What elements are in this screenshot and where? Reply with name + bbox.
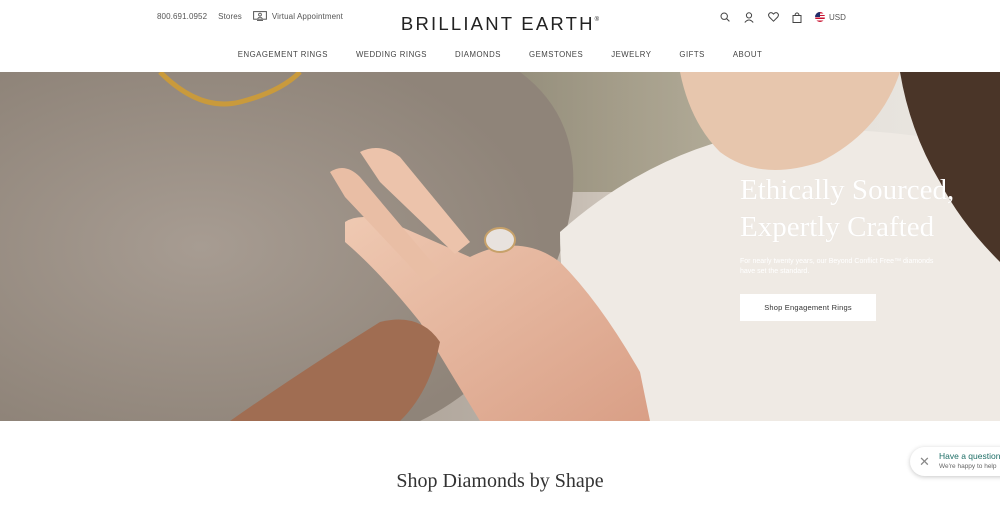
heart-icon[interactable] — [767, 10, 779, 24]
utility-bar-right: USD — [719, 10, 846, 24]
currency-label: USD — [829, 12, 846, 22]
hero-title-line-2: Expertly Crafted — [740, 211, 935, 243]
hero-subtitle: For nearly twenty years, our Beyond Conf… — [740, 258, 934, 275]
logo-text: BRILLIANT EARTH — [400, 13, 595, 34]
logo-trademark: ® — [594, 17, 600, 23]
nav-gifts[interactable]: GIFTS — [679, 50, 704, 59]
nav-wedding-rings[interactable]: WEDDING RINGS — [356, 50, 427, 59]
search-icon[interactable] — [719, 10, 731, 24]
nav-jewelry[interactable]: JEWELRY — [611, 50, 651, 59]
close-icon[interactable]: ✕ — [919, 455, 930, 468]
nav-diamonds[interactable]: DIAMONDS — [455, 50, 501, 59]
chat-subtext: We're happy to help — [939, 463, 997, 470]
currency-selector[interactable]: USD — [815, 12, 846, 22]
hero-banner: Ethically Sourced, Expertly Crafted For … — [0, 72, 1000, 421]
bag-icon[interactable] — [791, 10, 803, 24]
us-flag-icon — [815, 12, 825, 22]
chat-question: Have a question? — [939, 451, 1000, 461]
nav-engagement-rings[interactable]: ENGAGEMENT RINGS — [238, 50, 328, 59]
hero-title: Ethically Sourced, Expertly Crafted — [740, 172, 954, 246]
shop-by-shape-heading: Shop Diamonds by Shape — [396, 470, 604, 492]
hero-title-line-1: Ethically Sourced, — [740, 174, 955, 206]
account-icon[interactable] — [743, 10, 755, 24]
shop-engagement-rings-button[interactable]: Shop Engagement Rings — [740, 294, 876, 321]
chat-widget[interactable]: ✕ Have a question? We're happy to help — [910, 447, 1000, 476]
main-nav: ENGAGEMENT RINGS WEDDING RINGS DIAMONDS … — [0, 50, 1000, 59]
hero-image — [0, 72, 1000, 421]
nav-about[interactable]: ABOUT — [733, 50, 762, 59]
nav-gemstones[interactable]: GEMSTONES — [529, 50, 583, 59]
brand-logo[interactable]: BRILLIANT EARTH® — [0, 13, 1000, 35]
